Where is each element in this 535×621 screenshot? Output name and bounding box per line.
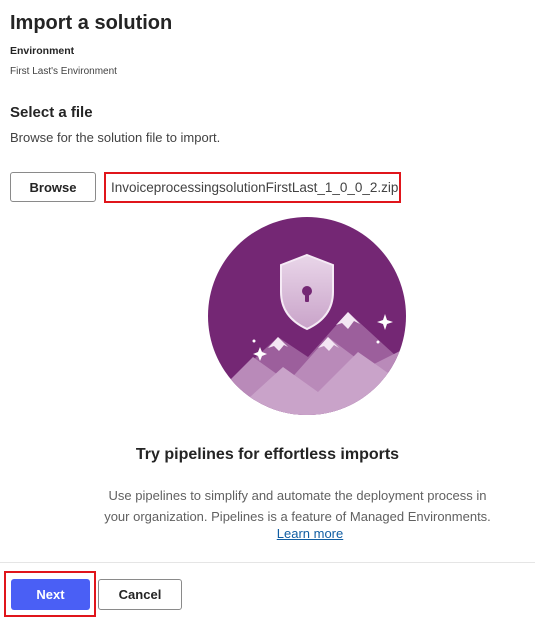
select-file-description: Browse for the solution file to import. bbox=[10, 130, 221, 145]
dialog-title: Import a solution bbox=[10, 12, 173, 34]
promo-title: Try pipelines for effortless imports bbox=[135, 446, 400, 463]
browse-button[interactable]: Browse bbox=[10, 172, 96, 202]
next-button[interactable]: Next bbox=[11, 579, 90, 610]
select-file-heading: Select a file bbox=[10, 104, 93, 121]
promo-description-line1: Use pipelines to simplify and automate t… bbox=[108, 488, 487, 503]
promo-description: Use pipelines to simplify and automate t… bbox=[40, 485, 535, 527]
environment-label: Environment bbox=[10, 45, 75, 57]
learn-more-link[interactable]: Learn more bbox=[0, 526, 535, 541]
cancel-button[interactable]: Cancel bbox=[98, 579, 182, 610]
selected-file-name: InvoiceprocessingsolutionFirstLast_1_0_0… bbox=[104, 172, 401, 203]
footer-divider bbox=[0, 562, 535, 563]
environment-value: First Last's Environment bbox=[10, 66, 117, 77]
shield-mountains-illustration bbox=[208, 217, 406, 415]
promo-description-line2: your organization. Pipelines is a featur… bbox=[104, 509, 491, 524]
